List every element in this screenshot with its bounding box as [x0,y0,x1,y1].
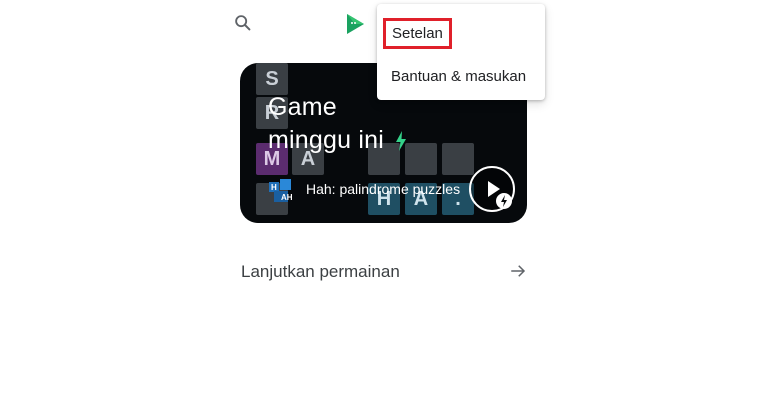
svg-text:H: H [271,183,277,192]
play-games-logo-icon [343,12,367,36]
card-title: Game minggu ini [268,91,438,157]
search-button[interactable] [232,12,254,34]
overflow-menu: Setelan Bantuan & masukan [377,4,545,100]
card-title-line2: minggu ini [268,126,384,154]
arrow-right-icon[interactable] [509,262,527,280]
game-logo-icon: H AH [269,179,293,202]
menu-item-help-feedback[interactable]: Bantuan & masukan [391,68,526,85]
search-icon [235,15,251,31]
continue-playing-label: Lanjutkan permainan [241,262,400,281]
continue-playing-row[interactable]: Lanjutkan permainan [241,258,531,286]
play-button[interactable] [469,166,515,212]
lightning-bolt-icon [396,131,407,152]
menu-item-settings[interactable]: Setelan [383,18,452,49]
svg-text:AH: AH [281,193,293,202]
game-name: Hah: palindrome puzzles [306,181,461,197]
puzzle-tile [442,143,474,175]
play-icon [488,181,512,209]
